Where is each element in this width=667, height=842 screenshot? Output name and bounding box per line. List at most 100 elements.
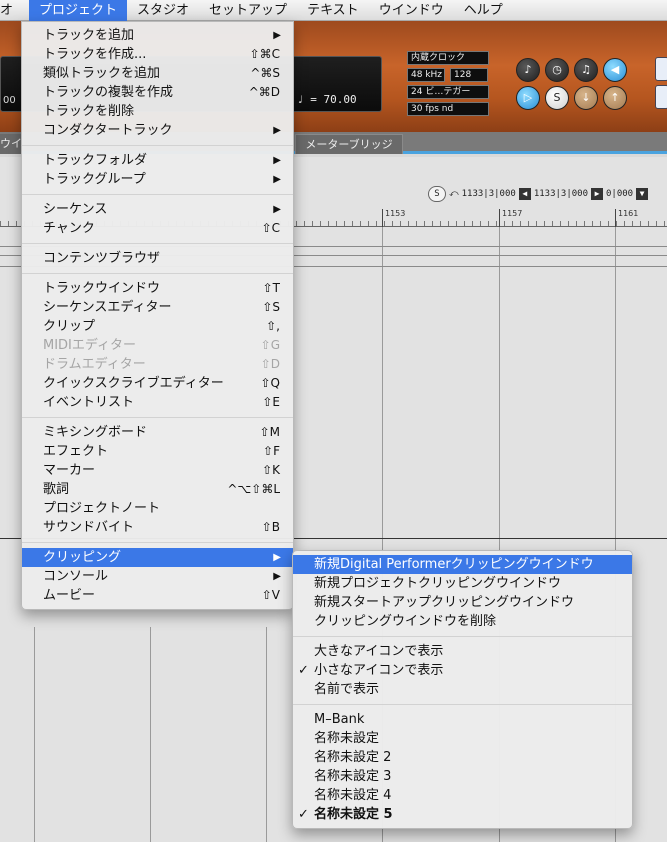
menu-item-new-dp-clipping-window[interactable]: 新規Digital Performerクリッピングウインドウ bbox=[293, 555, 632, 574]
submenu-arrow-icon: ▶ bbox=[273, 552, 281, 563]
menubar-item-setup[interactable]: セットアップ bbox=[199, 0, 297, 21]
menu-item-bank-untitled-2[interactable]: 名称未設定 2 bbox=[293, 748, 632, 767]
menu-item-event-list[interactable]: イベントリスト ⇧E bbox=[22, 393, 293, 412]
menu-item-add-track[interactable]: トラックを追加 ▶ bbox=[22, 26, 293, 45]
tab-partial[interactable]: ウイ bbox=[0, 134, 22, 154]
menubar-item-studio[interactable]: スタジオ bbox=[127, 0, 199, 21]
menu-item-label: サウンドバイト bbox=[43, 520, 135, 535]
menubar-item-window[interactable]: ウインドウ bbox=[369, 0, 454, 21]
menu-item-view-large-icons[interactable]: 大きなアイコンで表示 bbox=[293, 642, 632, 661]
loop-icon[interactable]: ⤺ bbox=[449, 189, 459, 199]
menu-item-delete-track[interactable]: トラックを削除 bbox=[22, 102, 293, 121]
menu-separator bbox=[22, 243, 293, 244]
loop-end-readout[interactable]: 1133|3|000 bbox=[534, 189, 588, 199]
menu-item-label: 名前で表示 bbox=[314, 682, 380, 697]
frame-rate-select[interactable]: 30 fps nd bbox=[407, 102, 489, 116]
menu-item-label: 名称未設定 5 bbox=[314, 807, 393, 822]
loop-start-readout[interactable]: 1133|3|000 bbox=[462, 189, 516, 199]
menu-item-sequence-editor[interactable]: シーケンスエディター ⇧S bbox=[22, 298, 293, 317]
clock-source-select[interactable]: 内蔵クロック bbox=[407, 51, 489, 65]
menu-item-new-project-clipping-window[interactable]: 新規プロジェクトクリッピングウインドウ bbox=[293, 574, 632, 593]
menu-shortcut: ⇧D bbox=[260, 357, 280, 371]
menu-item-mixing-board[interactable]: ミキシングボード ⇧M bbox=[22, 423, 293, 442]
menu-item-add-similar-track[interactable]: 類似トラックを追加 ^⌘S bbox=[22, 64, 293, 83]
menu-shortcut: ⇧F bbox=[263, 444, 280, 458]
menu-shortcut: ⇧C bbox=[261, 221, 280, 235]
pencil-tool-icon[interactable] bbox=[655, 85, 667, 109]
menu-item-label: 大きなアイコンで表示 bbox=[314, 644, 444, 659]
menubar-item-help[interactable]: ヘルプ bbox=[454, 0, 513, 21]
menu-item-delete-clipping-window[interactable]: クリッピングウインドウを削除 bbox=[293, 612, 632, 631]
grid-line bbox=[34, 627, 35, 842]
overdub-icon[interactable]: ↑ bbox=[603, 86, 627, 110]
menu-item-bank-untitled-1[interactable]: 名称未設定 bbox=[293, 729, 632, 748]
menu-item-bank-untitled-4[interactable]: 名称未設定 4 bbox=[293, 786, 632, 805]
menu-item-view-small-icons[interactable]: ✓ 小さなアイコンで表示 bbox=[293, 661, 632, 680]
dropdown-icon[interactable]: ▼ bbox=[636, 188, 649, 200]
menu-item-label: トラックフォルダ bbox=[43, 153, 148, 168]
play-through-icon[interactable]: ▷ bbox=[516, 86, 540, 110]
menu-item-track-folder[interactable]: トラックフォルダ ▶ bbox=[22, 151, 293, 170]
menu-item-track-window[interactable]: トラックウインドウ ⇧T bbox=[22, 279, 293, 298]
arrow-left-icon[interactable]: ◀ bbox=[518, 188, 531, 200]
menubar-item-text[interactable]: テキスト bbox=[297, 0, 369, 21]
buffer-field[interactable]: 128 bbox=[450, 68, 488, 82]
clipping-submenu: 新規Digital Performerクリッピングウインドウ新規プロジェクトクリ… bbox=[292, 550, 633, 829]
menu-item-view-by-name[interactable]: 名前で表示 bbox=[293, 680, 632, 699]
mute-click-icon[interactable]: ♫ bbox=[574, 58, 598, 82]
s-toggle[interactable]: S bbox=[428, 186, 446, 202]
menu-shortcut: ⇧G bbox=[260, 338, 280, 352]
counter-readout[interactable]: 0|000 bbox=[606, 189, 633, 199]
speaker-icon[interactable]: ◀ bbox=[603, 58, 627, 82]
menu-item-console[interactable]: コンソール ▶ bbox=[22, 567, 293, 586]
pointer-tool-icon[interactable] bbox=[655, 57, 667, 81]
menu-item-duplicate-track[interactable]: トラックの複製を作成 ^⌘D bbox=[22, 83, 293, 102]
menu-item-markers[interactable]: マーカー ⇧K bbox=[22, 461, 293, 480]
menu-item-label: シーケンス bbox=[43, 202, 108, 217]
menu-item-create-track[interactable]: トラックを作成... ⇧⌘C bbox=[22, 45, 293, 64]
menu-item-conductor-track[interactable]: コンダクタートラック ▶ bbox=[22, 121, 293, 140]
menu-item-quickscribe-editor[interactable]: クイックスクライブエディター ⇧Q bbox=[22, 374, 293, 393]
menu-item-label: マーカー bbox=[43, 463, 96, 478]
menu-item-label: クリッピングウインドウを削除 bbox=[314, 614, 497, 629]
clock-icon[interactable]: ◷ bbox=[545, 58, 569, 82]
menu-item-label: 新規スタートアップクリッピングウインドウ bbox=[314, 595, 575, 610]
menu-separator bbox=[22, 194, 293, 195]
menu-item-label: 名称未設定 4 bbox=[314, 788, 392, 803]
menu-shortcut: ⇧S bbox=[262, 300, 280, 314]
menu-item-bank-untitled-3[interactable]: 名称未設定 3 bbox=[293, 767, 632, 786]
menu-separator bbox=[293, 704, 632, 705]
tempo-readout[interactable]: ♩ = 70.00 bbox=[297, 93, 357, 106]
menu-item-movie[interactable]: ムービー ⇧V bbox=[22, 586, 293, 605]
menu-item-label: トラックを追加 bbox=[43, 28, 135, 43]
menu-item-label: エフェクト bbox=[43, 444, 109, 459]
metronome-icon[interactable]: ♪ bbox=[516, 58, 540, 82]
menu-item-label: クイックスクライブエディター bbox=[43, 376, 224, 391]
menu-item-soundbite[interactable]: サウンドバイト ⇧B bbox=[22, 518, 293, 537]
tab-meter-bridge[interactable]: メーターブリッジ bbox=[295, 134, 403, 154]
sample-rate-field[interactable]: 48 kHz bbox=[407, 68, 445, 82]
menu-item-lyrics[interactable]: 歌詞 ^⌥⇧⌘L bbox=[22, 480, 293, 499]
menu-item-label: 類似トラックを追加 bbox=[43, 66, 161, 81]
ruler-label: 1153 bbox=[382, 209, 405, 227]
arrow-right-icon[interactable]: ▶ bbox=[591, 188, 603, 200]
menu-item-clipping[interactable]: クリッピング ▶ bbox=[22, 548, 293, 567]
menu-item-clip[interactable]: クリップ ⇧, bbox=[22, 317, 293, 336]
menu-item-effects[interactable]: エフェクト ⇧F bbox=[22, 442, 293, 461]
menu-item-sequence[interactable]: シーケンス ▶ bbox=[22, 200, 293, 219]
menu-item-content-browser[interactable]: コンテンツブラウザ bbox=[22, 249, 293, 268]
menu-item-label: ミキシングボード bbox=[43, 425, 148, 440]
menu-item-label: 新規プロジェクトクリッピングウインドウ bbox=[314, 576, 562, 591]
solo-icon[interactable]: S bbox=[545, 86, 569, 110]
bit-depth-select[interactable]: 24 ビ…テガー bbox=[407, 85, 489, 99]
menu-item-label: コンダクタートラック bbox=[43, 123, 173, 138]
menu-item-track-group[interactable]: トラックグループ ▶ bbox=[22, 170, 293, 189]
menu-item-project-notes[interactable]: プロジェクトノート bbox=[22, 499, 293, 518]
menu-item-new-startup-clipping-window[interactable]: 新規スタートアップクリッピングウインドウ bbox=[293, 593, 632, 612]
punch-icon[interactable]: ↓ bbox=[574, 86, 598, 110]
menubar-item-partial[interactable]: オ bbox=[0, 0, 23, 21]
menu-item-bank-untitled-5[interactable]: ✓ 名称未設定 5 bbox=[293, 805, 632, 824]
menubar-item-project[interactable]: プロジェクト bbox=[29, 0, 128, 21]
menu-item-chunk[interactable]: チャンク ⇧C bbox=[22, 219, 293, 238]
menu-item-label: シーケンスエディター bbox=[43, 300, 172, 315]
